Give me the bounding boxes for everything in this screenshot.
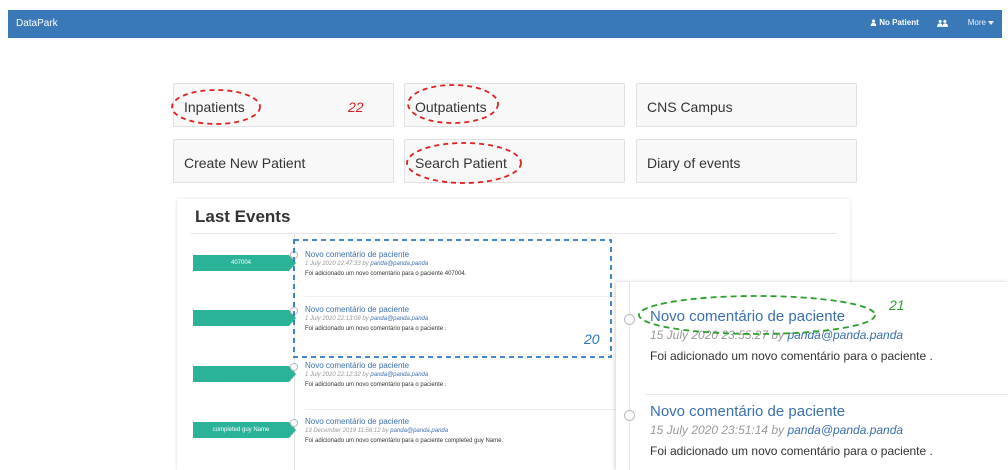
event-desc: Foi adicionado um novo comentário para o… [305, 271, 467, 277]
event-title[interactable]: Novo comentário de paciente [650, 307, 1005, 327]
last-events-title: Last Events [195, 207, 291, 226]
tile-label: CNS Campus [647, 99, 733, 115]
user-icon [870, 19, 877, 26]
event-user[interactable]: panda@panda.panda [787, 423, 903, 437]
event-tag[interactable] [193, 310, 296, 326]
navbar-right: No Patient More [852, 18, 996, 27]
event-date-text: 13 December 2019 11:56:12 by [305, 428, 389, 434]
tile-label: Outpatients [415, 99, 487, 115]
no-patient-menu[interactable]: No Patient [870, 18, 919, 27]
event-item: Novo comentário de paciente 1 July 2020 … [305, 250, 635, 279]
event-desc: Foi adicionado um novo comentário para o… [650, 444, 933, 458]
timeline-dot [624, 410, 635, 421]
annotation-label-21: 21 [889, 297, 905, 313]
more-menu[interactable]: More [968, 18, 996, 27]
users-icon [936, 19, 948, 27]
event-tag[interactable] [193, 366, 296, 382]
annotation-label-20: 20 [584, 331, 600, 347]
event-tag[interactable]: 407004 [193, 255, 296, 271]
event-desc: Foi adicionado um novo comentário para o… [650, 349, 933, 363]
users-menu[interactable] [936, 19, 950, 27]
event-tag[interactable]: completed guy Name [193, 422, 296, 438]
event-date: 13 December 2019 11:56:12 by panda@panda… [305, 427, 635, 436]
event-user[interactable]: panda@panda.panda [370, 261, 428, 267]
zoomed-events-callout: Novo comentário de paciente 15 July 2020… [616, 282, 1008, 470]
tile-label: Create New Patient [184, 155, 306, 171]
zoomed-event-item: Novo comentário de paciente 15 July 2020… [650, 307, 1005, 365]
timeline-dot [290, 419, 298, 427]
divider [191, 233, 836, 234]
event-title[interactable]: Novo comentário de paciente [305, 250, 635, 260]
event-user[interactable]: panda@panda.panda [370, 372, 428, 378]
event-item: Novo comentário de paciente 1 July 2020 … [305, 305, 635, 334]
timeline-dot [290, 307, 298, 315]
tile-search-patient[interactable]: Search Patient [404, 139, 625, 183]
event-date: 1 July 2020 22:12:32 by panda@panda.pand… [305, 371, 635, 380]
tile-cns-campus[interactable]: CNS Campus [636, 83, 857, 127]
zoomed-event-item: Novo comentário de paciente 15 July 2020… [650, 402, 1005, 460]
tile-outpatients[interactable]: Outpatients [404, 83, 625, 127]
timeline-dot [624, 314, 635, 325]
top-navbar: DataPark No Patient More [8, 10, 1002, 38]
event-title[interactable]: Novo comentário de paciente [305, 417, 635, 427]
tile-diary-of-events[interactable]: Diary of events [636, 139, 857, 183]
event-date: 15 July 2020 23:55:27 by panda@panda.pan… [650, 327, 1005, 344]
event-date: 15 July 2020 23:51:14 by panda@panda.pan… [650, 422, 1005, 439]
no-patient-label: No Patient [879, 18, 919, 27]
brand-logo[interactable]: DataPark [16, 18, 58, 29]
event-date-text: 15 July 2020 23:55:27 by [650, 328, 785, 342]
event-separator [646, 394, 1008, 395]
caret-down-icon [988, 20, 994, 25]
event-title[interactable]: Novo comentário de paciente [305, 305, 635, 315]
event-date: 1 July 2020 22:13:08 by panda@panda.pand… [305, 315, 635, 324]
event-desc: Foi adicionado um novo comentário para o… [305, 382, 447, 388]
event-title[interactable]: Novo comentário de paciente [650, 402, 1005, 422]
event-date-text: 15 July 2020 23:51:14 by [650, 423, 785, 437]
tile-label: Diary of events [647, 155, 741, 171]
event-user[interactable]: panda@panda.panda [787, 328, 903, 342]
event-item: Novo comentário de paciente 13 December … [305, 417, 635, 446]
event-user[interactable]: panda@panda.panda [390, 428, 448, 434]
more-label: More [967, 18, 986, 27]
event-date-text: 1 July 2020 22:47:33 by [305, 261, 369, 267]
tile-label: Search Patient [415, 155, 507, 171]
tile-create-new-patient[interactable]: Create New Patient [173, 139, 394, 183]
event-date-text: 1 July 2020 22:13:08 by [305, 316, 369, 322]
event-date: 1 July 2020 22:47:33 by panda@panda.pand… [305, 260, 635, 269]
tile-label: Inpatients [184, 99, 245, 115]
event-title[interactable]: Novo comentário de paciente [305, 361, 635, 371]
event-item: Novo comentário de paciente 1 July 2020 … [305, 361, 635, 390]
annotation-label-22: 22 [348, 99, 364, 115]
event-date-text: 1 July 2020 22:12:32 by [305, 372, 369, 378]
timeline-dot [290, 363, 298, 371]
timeline-line [629, 282, 630, 470]
event-desc: Foi adicionado um novo comentário para o… [305, 438, 504, 444]
timeline-dot [290, 251, 298, 259]
event-user[interactable]: panda@panda.panda [370, 316, 428, 322]
